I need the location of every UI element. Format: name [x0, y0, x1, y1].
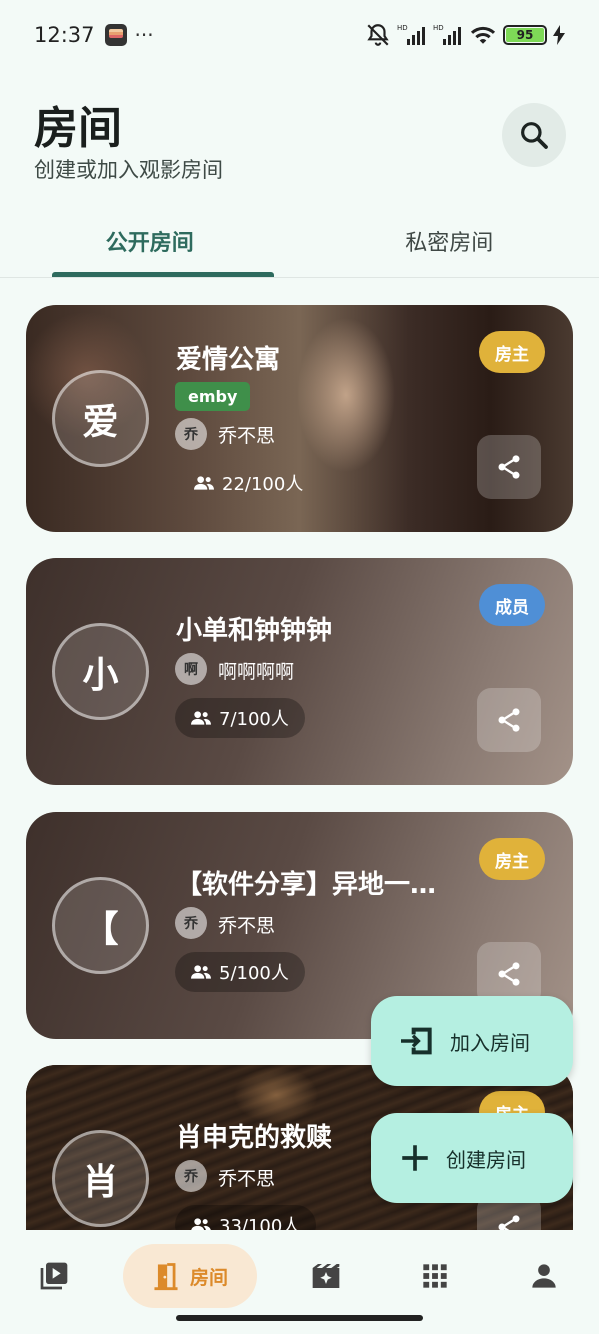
- nav-profile[interactable]: [512, 1244, 576, 1308]
- share-button[interactable]: [477, 435, 541, 499]
- wifi-icon: [470, 26, 496, 44]
- hd-label-2: HD: [433, 24, 444, 32]
- member-count-text: 33/100人: [219, 1216, 301, 1230]
- room-title: 小单和钟钟钟: [176, 616, 333, 646]
- member-count-text: 7/100人: [219, 709, 289, 730]
- join-room-button[interactable]: 加入房间: [371, 996, 573, 1086]
- people-icon: [191, 711, 211, 725]
- charging-icon: [553, 25, 565, 45]
- room-title: 【软件分享】异地一…: [176, 870, 437, 900]
- share-icon: [498, 455, 520, 479]
- signal-icon: HD: [397, 24, 425, 45]
- video-library-icon: [40, 1262, 68, 1290]
- member-count: 7/100人: [175, 698, 305, 738]
- plus-icon: [402, 1145, 428, 1171]
- member-count-text: 5/100人: [219, 963, 289, 984]
- owner-name: 乔不思: [218, 915, 276, 937]
- create-room-label: 创建房间: [446, 1147, 526, 1172]
- nav-movies[interactable]: [294, 1244, 358, 1308]
- battery-level: 95: [506, 28, 544, 42]
- room-avatar: 小: [52, 623, 149, 720]
- tab-indicator: [52, 272, 274, 277]
- people-icon: [191, 965, 211, 979]
- room-card[interactable]: 爱 爱情公寓 房主 emby 乔 乔不思 22/100人: [26, 305, 573, 532]
- join-room-label: 加入房间: [450, 1030, 530, 1055]
- room-list[interactable]: 爱 爱情公寓 房主 emby 乔 乔不思 22/100人 小 小单和钟钟钟 成员…: [0, 280, 599, 1230]
- login-icon: [401, 1027, 432, 1055]
- home-indicator[interactable]: [176, 1315, 423, 1321]
- create-room-button[interactable]: 创建房间: [371, 1113, 573, 1203]
- movie-filter-icon: [312, 1264, 340, 1288]
- owner-name: 啊啊啊啊: [218, 661, 295, 683]
- room-avatar: 爱: [52, 370, 149, 467]
- signal-icon-2: HD: [433, 24, 461, 45]
- room-tabs: 公开房间 私密房间: [0, 214, 599, 278]
- people-icon: [194, 476, 214, 490]
- search-button[interactable]: [502, 103, 566, 167]
- room-avatar: 肖: [52, 1130, 149, 1227]
- room-avatar: 【: [52, 877, 149, 974]
- member-count: 5/100人: [175, 952, 305, 992]
- room-card[interactable]: 小 小单和钟钟钟 成员 啊 啊啊啊啊 7/100人: [26, 558, 573, 785]
- role-badge: 成员: [479, 584, 545, 626]
- role-badge: 房主: [479, 838, 545, 880]
- nav-library[interactable]: [22, 1244, 86, 1308]
- more-notifications-icon: ···: [134, 23, 154, 47]
- status-time: 12:37: [34, 23, 95, 47]
- search-icon: [521, 122, 548, 149]
- role-badge: 房主: [479, 331, 545, 373]
- status-icons: HD HD 95: [365, 22, 565, 48]
- mute-bell-icon: [367, 24, 389, 46]
- status-bar: 12:37 ··· HD HD 95: [0, 0, 599, 70]
- owner-avatar: 乔: [175, 1160, 207, 1192]
- owner-avatar: 乔: [175, 907, 207, 939]
- people-icon: [191, 1218, 211, 1230]
- person-icon: [532, 1264, 556, 1288]
- apps-grid-icon: [423, 1264, 447, 1288]
- owner-avatar: 乔: [175, 418, 207, 450]
- member-count: 33/100人: [175, 1205, 317, 1230]
- room-title: 爱情公寓: [176, 345, 281, 375]
- owner-name: 乔不思: [218, 425, 276, 447]
- member-count-text: 22/100人: [222, 474, 304, 495]
- nav-apps[interactable]: [403, 1244, 467, 1308]
- page-title: 房间: [34, 103, 122, 154]
- share-icon: [498, 962, 520, 986]
- hd-label: HD: [397, 24, 408, 32]
- owner-avatar: 啊: [175, 653, 207, 685]
- battery-icon: 95: [503, 25, 547, 45]
- tab-private-rooms[interactable]: 私密房间: [300, 214, 599, 277]
- door-icon: [154, 1263, 178, 1291]
- share-button[interactable]: [477, 688, 541, 752]
- source-tag: emby: [175, 382, 251, 411]
- room-title: 肖申克的救赎: [176, 1123, 333, 1153]
- share-icon: [498, 1215, 520, 1230]
- nav-rooms-label: 房间: [189, 1266, 228, 1289]
- owner-name: 乔不思: [218, 1168, 276, 1190]
- member-count: 22/100人: [178, 463, 319, 503]
- nav-rooms[interactable]: 房间: [123, 1244, 257, 1308]
- page-subtitle: 创建或加入观影房间: [34, 158, 223, 182]
- tab-public-rooms[interactable]: 公开房间: [0, 214, 300, 277]
- app-notification-icon: [104, 24, 127, 46]
- share-icon: [498, 708, 520, 732]
